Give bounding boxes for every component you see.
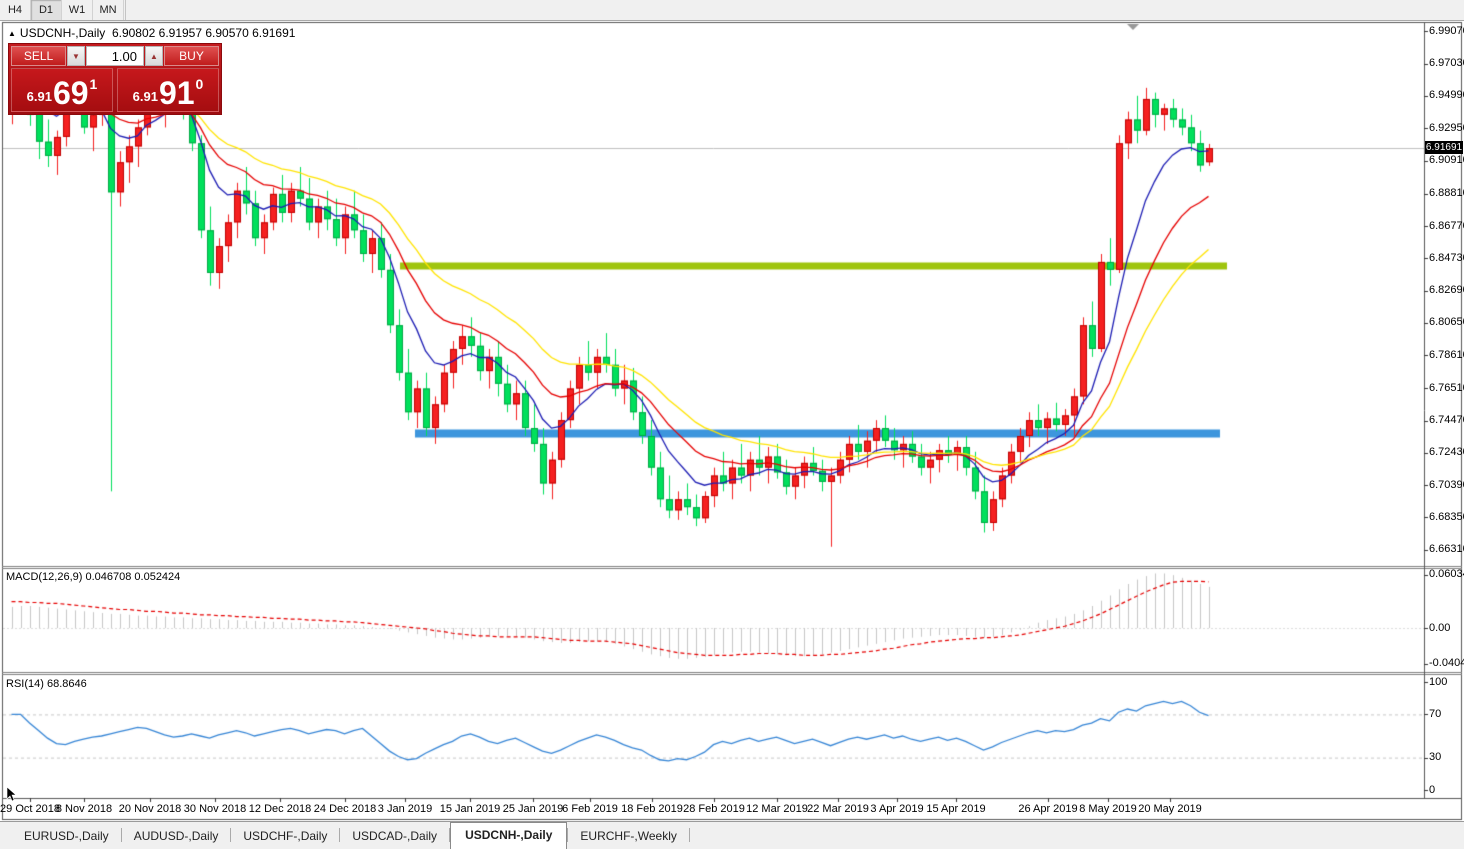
volume-input[interactable] (86, 46, 144, 66)
chart-tab-eurchf[interactable]: EURCHF-,Weekly (568, 824, 688, 849)
price-axis-label: 6.80650 (1429, 316, 1464, 329)
tab-separator (688, 828, 690, 842)
price-axis-label: 6.72430 (1429, 446, 1464, 459)
price-axis-label: 6.88810 (1429, 187, 1464, 200)
date-axis-label: 24 Dec 2018 (313, 803, 377, 815)
date-axis-label: 12 Mar 2019 (746, 803, 808, 815)
date-axis-label: 25 Jan 2019 (502, 803, 564, 815)
price-axis-label: 6.76510 (1429, 381, 1464, 394)
timeframe-toolbar: H4 D1 W1 MN (0, 0, 1464, 21)
rsi-axis-label: 100 (1429, 675, 1448, 688)
date-axis-label: 20 Nov 2018 (118, 803, 182, 815)
date-axis-label: 28 Feb 2019 (683, 803, 745, 815)
price-axis-label: 6.84730 (1429, 251, 1464, 264)
rsi-axis-label: 30 (1429, 751, 1442, 764)
chart-tab-usdcad[interactable]: USDCAD-,Daily (340, 824, 449, 849)
date-axis-label: 15 Jan 2019 (439, 803, 501, 815)
mouse-cursor (6, 786, 18, 807)
toolbar-separator (125, 0, 126, 20)
date-axis-label: 12 Dec 2018 (248, 803, 312, 815)
timeframe-button-d1[interactable]: D1 (31, 0, 62, 20)
one-click-trade-panel: SELL ▼ ▲ BUY 6.91 69 1 6.91 91 0 (8, 43, 222, 115)
buy-price-small: 6.91 (132, 89, 158, 104)
price-axis-label: 6.82690 (1429, 284, 1464, 297)
sell-price-button[interactable]: 6.91 69 1 (11, 68, 113, 112)
price-axis-label: 6.74470 (1429, 414, 1464, 427)
sell-price-sup: 1 (89, 76, 98, 92)
buy-price-large: 91 (158, 75, 195, 111)
macd-axis-label: 0.060342 (1429, 568, 1464, 581)
chart-tab-eurusd[interactable]: EURUSD-,Daily (12, 824, 121, 849)
date-axis-label: 20 May 2019 (1138, 803, 1202, 815)
rsi-axis-label: 70 (1429, 707, 1442, 720)
chart-tab-usdcnh[interactable]: USDCNH-,Daily (450, 822, 568, 849)
date-axis-label: 15 Apr 2019 (926, 803, 986, 815)
date-axis-label: 3 Apr 2019 (870, 803, 924, 815)
date-axis-label: 8 Nov 2018 (55, 803, 113, 815)
macd-axis-label: -0.040415 (1429, 657, 1464, 670)
mt4-chart-window: { "toolbar": { "timeframes": [ {"label":… (0, 0, 1464, 849)
macd-axis-label: 0.00 (1429, 621, 1451, 634)
chart-title: ▲ USDCNH-,Daily 6.90802 6.91957 6.90570 6… (8, 26, 295, 40)
rsi-axis-label: 0 (1429, 783, 1436, 796)
timeframe-button-mn[interactable]: MN (93, 0, 124, 20)
price-axis-label: 6.86770 (1429, 219, 1464, 232)
chart-symbol-label: USDCNH-,Daily (19, 26, 106, 40)
volume-decrease-icon[interactable]: ▼ (67, 46, 85, 66)
date-axis-label: 30 Nov 2018 (183, 803, 247, 815)
volume-increase-icon[interactable]: ▲ (145, 46, 163, 66)
buy-price-button[interactable]: 6.91 91 0 (117, 68, 219, 112)
price-axis-label: 6.97030 (1429, 57, 1464, 70)
chart-tab-usdchf[interactable]: USDCHF-,Daily (231, 824, 339, 849)
sell-button[interactable]: SELL (11, 46, 66, 66)
price-axis-label: 6.70390 (1429, 478, 1464, 491)
chart-ohlc-values: 6.90802 6.91957 6.90570 6.91691 (111, 26, 296, 40)
chart-tab-audusd[interactable]: AUDUSD-,Daily (122, 824, 231, 849)
sell-price-small: 6.91 (26, 89, 52, 104)
price-axis-label: 6.66310 (1429, 543, 1464, 556)
price-axis-label: 6.92950 (1429, 121, 1464, 134)
rsi-indicator-label: RSI(14) 68.8646 (6, 678, 87, 690)
chart-canvas[interactable] (0, 0, 1464, 849)
buy-price-sup: 0 (195, 76, 204, 92)
chart-tab-bar: EURUSD-,Daily AUDUSD-,Daily USDCHF-,Daily U… (0, 821, 1464, 849)
buy-button[interactable]: BUY (164, 46, 219, 66)
panel-expand-icon[interactable]: ▲ (8, 29, 16, 38)
date-axis-label: 22 Mar 2019 (807, 803, 869, 815)
date-axis-label: 18 Feb 2019 (621, 803, 683, 815)
date-axis-label: 8 May 2019 (1079, 803, 1137, 815)
price-axis-label: 6.90910 (1429, 154, 1464, 166)
date-axis-label: 3 Jan 2019 (377, 803, 433, 815)
price-axis-label: 6.68350 (1429, 510, 1464, 523)
macd-indicator-label: MACD(12,26,9) 0.046708 0.052424 (6, 571, 181, 583)
price-axis-label: 6.78610 (1429, 348, 1464, 361)
date-axis-label: 26 Apr 2019 (1018, 803, 1078, 815)
sell-price-large: 69 (52, 75, 89, 111)
timeframe-button-h4[interactable]: H4 (0, 0, 31, 20)
price-axis-label: 6.94990 (1429, 89, 1464, 102)
timeframe-button-w1[interactable]: W1 (62, 0, 93, 20)
current-price-tag: 6.91691 (1425, 141, 1463, 155)
date-axis-label: 6 Feb 2019 (562, 803, 618, 815)
price-axis-label: 6.99070 (1429, 24, 1464, 37)
